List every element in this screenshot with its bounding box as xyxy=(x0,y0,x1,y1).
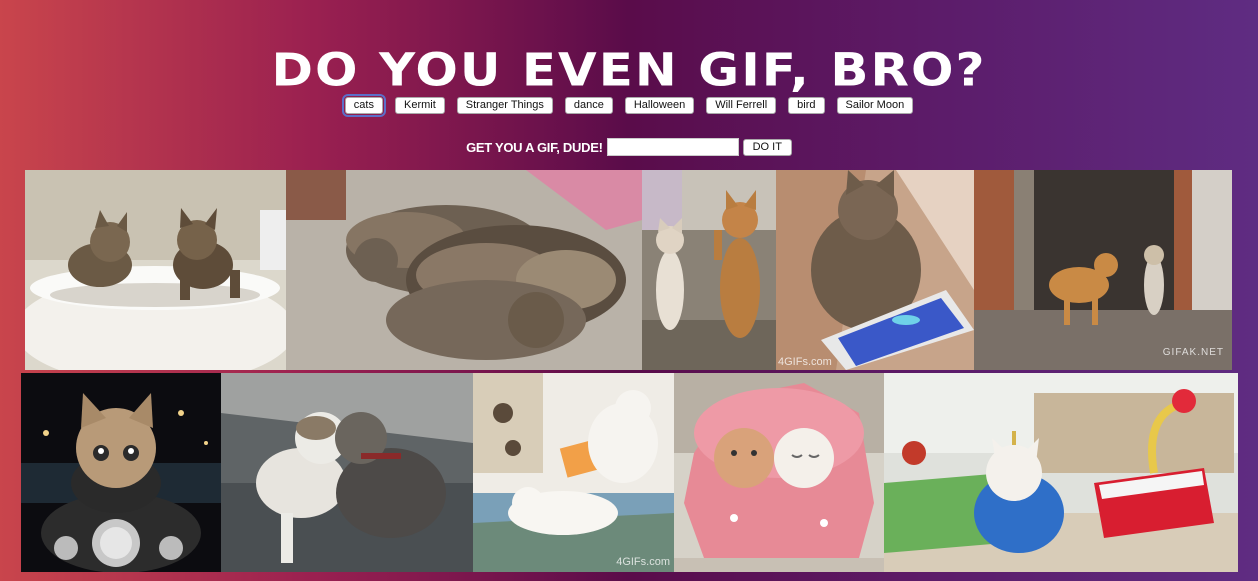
gif-watermark: 4GIFs.com xyxy=(778,356,832,368)
add-gif-label: GET YOU A GIF, DUDE! xyxy=(466,139,603,155)
gif-image[interactable]: 4GIFs.com xyxy=(473,373,674,572)
gif-row-2: 4GIFs.com xyxy=(21,373,1238,572)
gif-row-1: 4GIFs.com GIFAK.NET xyxy=(25,170,1232,370)
gif-image[interactable] xyxy=(21,373,221,572)
gif-image[interactable] xyxy=(25,170,286,370)
topic-button-will-ferrell[interactable]: Will Ferrell xyxy=(706,97,777,114)
gif-watermark: 4GIFs.com xyxy=(616,556,670,568)
gif-image[interactable] xyxy=(221,373,473,572)
topic-button-halloween[interactable]: Halloween xyxy=(624,97,695,114)
gif-image[interactable]: GIFAK.NET xyxy=(974,170,1232,370)
topic-button-bird[interactable]: bird xyxy=(788,97,825,114)
topic-button-dance[interactable]: dance xyxy=(564,97,613,114)
gif-image[interactable] xyxy=(642,170,776,370)
gif-image[interactable] xyxy=(674,373,884,572)
topic-button-sailor-moon[interactable]: Sailor Moon xyxy=(836,97,914,114)
topic-button-kermit[interactable]: Kermit xyxy=(394,97,445,114)
gif-image[interactable] xyxy=(884,373,1238,572)
gif-image[interactable]: 4GIFs.com xyxy=(776,170,974,370)
page-title: DO YOU EVEN GIF, BRO? xyxy=(271,43,987,97)
gif-image[interactable] xyxy=(286,170,642,370)
do-it-button[interactable]: DO IT xyxy=(742,138,792,156)
add-gif-form: GET YOU A GIF, DUDE! DO IT xyxy=(0,138,1258,156)
add-gif-input[interactable] xyxy=(606,138,739,156)
topic-button-stranger-things[interactable]: Stranger Things xyxy=(456,97,553,114)
gif-watermark: GIFAK.NET xyxy=(1162,347,1224,358)
topic-buttons: cats Kermit Stranger Things dance Hallow… xyxy=(0,94,1258,117)
topic-button-cats[interactable]: cats xyxy=(341,94,386,117)
